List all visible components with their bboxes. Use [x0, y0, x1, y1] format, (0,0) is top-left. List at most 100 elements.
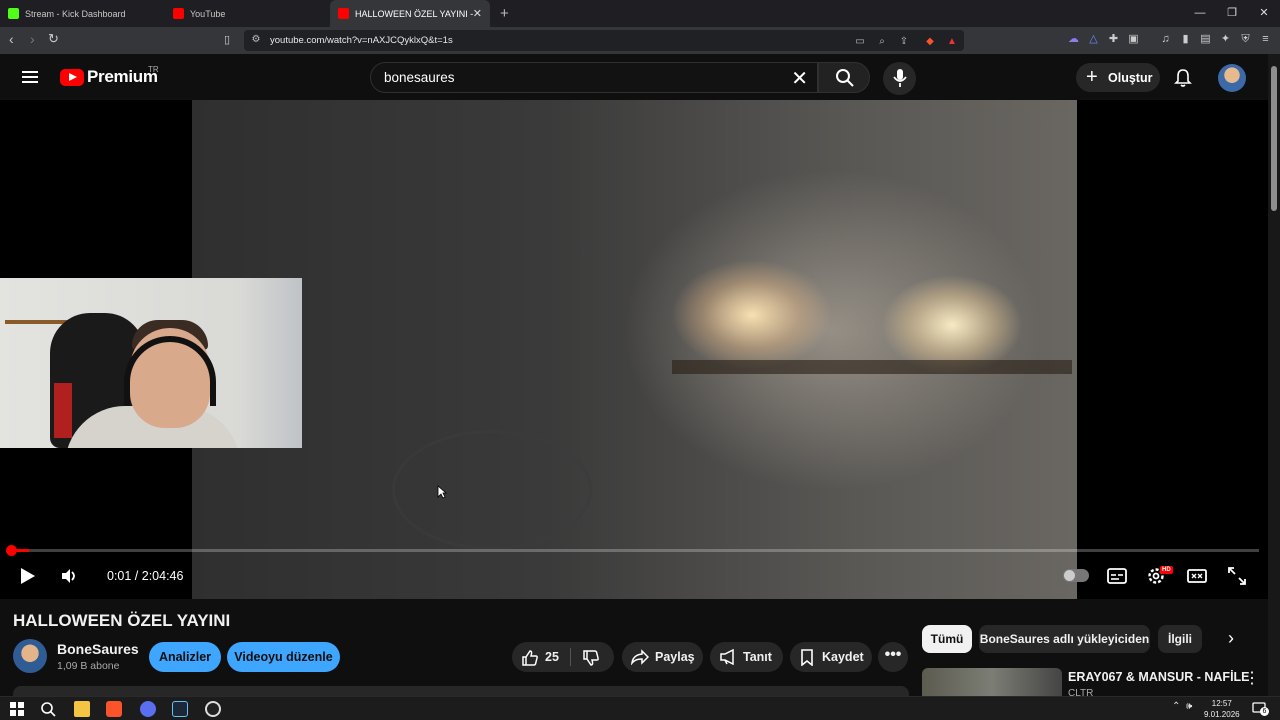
notifications-bell-icon[interactable] — [1173, 68, 1193, 88]
youtube-favicon-icon — [173, 8, 184, 19]
chip-from-uploader[interactable]: BoneSaures adlı yükleyiciden — [979, 625, 1150, 653]
search-icon[interactable] — [40, 701, 56, 717]
forward-icon[interactable]: › — [30, 31, 35, 47]
url-field[interactable]: ⚙ youtube.com/watch?v=nAXJCQyklxQ&t=1s ▭… — [244, 30, 964, 51]
browser-tab-kick[interactable]: Stream - Kick Dashboard — [0, 0, 165, 27]
channel-name[interactable]: BoneSaures — [57, 641, 139, 657]
progress-bar[interactable] — [6, 545, 1259, 556]
leo-ai-icon[interactable]: ✦ — [1219, 33, 1232, 46]
channel-avatar[interactable] — [13, 639, 47, 673]
share-label: Paylaş — [655, 650, 695, 664]
music-icon[interactable]: ♫ — [1159, 33, 1172, 46]
browser-tab-active[interactable]: HALLOWEEN ÖZEL YAYINI - You ✕ — [330, 0, 490, 27]
more-dots-icon: ••• — [884, 646, 902, 663]
address-bar: ‹ › ↻ ▯ ⚙ youtube.com/watch?v=nAXJCQyklx… — [0, 27, 1280, 54]
back-icon[interactable]: ‹ — [9, 31, 14, 47]
restore-icon[interactable]: ❐ — [1216, 0, 1248, 27]
video-player[interactable]: 0:01 / 2:04:46 HD — [0, 100, 1268, 599]
megaphone-icon — [720, 649, 734, 665]
search-button[interactable] — [818, 62, 870, 93]
site-info-icon[interactable]: ⚙ — [250, 34, 262, 46]
theater-mode-icon[interactable] — [1186, 565, 1208, 587]
clock-date: 9.01.2026 — [1204, 710, 1240, 719]
brave-rewards-icon[interactable]: ▲ — [946, 36, 958, 48]
recommendation-title[interactable]: ERAY067 & MANSUR - NAFİLE — [1068, 670, 1250, 684]
youtube-logo-icon[interactable] — [60, 69, 84, 86]
video-frame[interactable] — [192, 100, 1077, 599]
account-avatar[interactable] — [1218, 64, 1246, 92]
promote-label: Tanıt — [743, 650, 772, 664]
scrollbar-thumb[interactable] — [1271, 66, 1277, 211]
scrubber-handle[interactable] — [6, 545, 17, 556]
thumbs-down-icon[interactable] — [582, 649, 600, 667]
video-scene — [672, 360, 1072, 374]
bookmark-icon[interactable]: ▯ — [224, 33, 230, 46]
recommendation-thumbnail[interactable] — [922, 668, 1062, 696]
system-clock[interactable]: 12:57 9.01.2026 — [1204, 698, 1240, 720]
bookmark-save-icon — [801, 649, 813, 666]
edit-video-button[interactable]: Videoyu düzenle — [227, 642, 340, 672]
mouse-cursor-icon — [437, 485, 447, 499]
chip-related[interactable]: İlgili — [1158, 625, 1202, 653]
cast-icon[interactable]: ▭ — [854, 36, 866, 48]
recommendation-menu-icon[interactable]: ⋮ — [1244, 668, 1260, 688]
autoplay-toggle[interactable] — [1063, 569, 1089, 582]
steam-icon[interactable] — [172, 701, 188, 717]
windows-start-icon[interactable] — [9, 701, 25, 717]
close-tab-icon[interactable]: ✕ — [473, 7, 482, 20]
extension-icon[interactable]: △ — [1087, 33, 1100, 46]
hd-badge: HD — [1160, 566, 1173, 574]
hamburger-menu-icon[interactable] — [22, 71, 38, 83]
subtitles-icon[interactable] — [1106, 565, 1128, 587]
close-window-icon[interactable]: ✕ — [1248, 0, 1280, 27]
extensions-puzzle-icon[interactable]: ✚ — [1107, 33, 1120, 46]
share-page-icon[interactable]: ⇪ — [898, 36, 910, 48]
vpn-icon[interactable]: ⛨ — [1239, 33, 1252, 46]
page-scrollbar[interactable] — [1268, 54, 1280, 696]
divider — [570, 648, 571, 666]
save-button[interactable]: Kaydet — [790, 642, 872, 672]
clock-time: 12:57 — [1211, 699, 1232, 708]
play-icon[interactable] — [20, 567, 36, 585]
search-icon — [836, 69, 854, 87]
create-label: Oluştur — [1108, 71, 1153, 85]
obs-icon[interactable] — [205, 701, 221, 717]
extension-icon[interactable]: ☁ — [1067, 33, 1080, 46]
voice-search-button[interactable] — [883, 62, 916, 95]
like-count[interactable]: 25 — [545, 642, 559, 672]
chip-all[interactable]: Tümü — [922, 625, 972, 653]
menu-icon[interactable]: ≡ — [1259, 33, 1272, 46]
file-explorer-icon[interactable] — [74, 701, 90, 717]
zoom-icon[interactable]: ⌕ — [876, 36, 888, 48]
speaker-icon[interactable]: 🕪 — [1186, 701, 1192, 712]
like-dislike-group: 25 — [512, 642, 614, 672]
notification-badge: 6 — [1260, 707, 1269, 716]
clear-search-icon[interactable]: ✕ — [791, 66, 808, 91]
create-button[interactable]: + Oluştur — [1076, 63, 1160, 92]
reload-icon[interactable]: ↻ — [48, 31, 59, 47]
subscriber-count: 1,09 B abone — [57, 660, 120, 672]
promote-button[interactable]: Tanıt — [710, 642, 783, 672]
video-scene — [392, 430, 592, 550]
thumbs-up-icon[interactable] — [521, 649, 539, 667]
search-input[interactable]: bonesaures ✕ — [370, 62, 818, 93]
brave-shields-icon[interactable]: ◆ — [924, 36, 936, 48]
tray-overflow-icon[interactable]: ⌃ — [1172, 701, 1180, 712]
minimize-icon[interactable]: — — [1184, 0, 1216, 27]
share-button[interactable]: Paylaş — [622, 642, 703, 672]
chevron-right-icon[interactable]: › — [1228, 628, 1234, 649]
description-box[interactable] — [13, 686, 909, 696]
volume-icon[interactable] — [59, 566, 79, 586]
brave-browser-icon[interactable] — [106, 701, 122, 717]
recommendation-channel[interactable]: CLTR — [1068, 688, 1093, 696]
wallet-icon[interactable]: ▤ — [1199, 33, 1212, 46]
webcam-overlay — [0, 278, 302, 448]
new-tab-button[interactable]: + — [500, 5, 509, 22]
screenshot-icon[interactable]: ▣ — [1127, 33, 1140, 46]
sidebar-icon[interactable]: ▮ — [1179, 33, 1192, 46]
browser-tab-youtube[interactable]: YouTube — [165, 0, 330, 27]
analytics-button[interactable]: Analizler — [149, 642, 221, 672]
discord-icon[interactable] — [140, 701, 156, 717]
more-actions-button[interactable]: ••• — [878, 642, 908, 672]
fullscreen-icon[interactable] — [1226, 565, 1248, 587]
